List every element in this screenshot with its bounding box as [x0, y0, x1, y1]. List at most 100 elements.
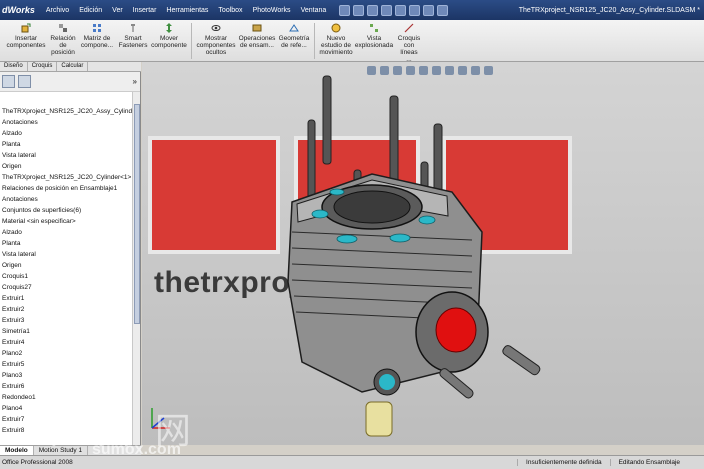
tree-item[interactable]: Croquis27: [0, 282, 140, 293]
tree-item[interactable]: Vista lateral: [0, 249, 140, 260]
status-editing: Editando Ensamblaje: [609, 459, 704, 466]
command-tabs: Diseño Croquis Calcular: [0, 62, 141, 72]
menu-ventana[interactable]: Ventana: [296, 7, 332, 14]
smart-fasteners-label: Smart Fasteners: [118, 35, 148, 49]
new-motion-study-button[interactable]: Nuevo estudio de movimiento: [318, 20, 354, 56]
tree-item[interactable]: Alzado: [0, 128, 140, 139]
component-pattern-label: Matriz de compone...: [80, 35, 114, 49]
menu-edicion[interactable]: Edición: [74, 7, 107, 14]
property-manager-tab-icon[interactable]: [18, 75, 31, 88]
tree-item[interactable]: Extruir4: [0, 337, 140, 348]
tree-item[interactable]: Anotaciones: [0, 117, 140, 128]
mate-label: Relación de posición: [50, 35, 76, 56]
tab-calcular[interactable]: Calcular: [57, 62, 89, 71]
tree-item[interactable]: Vista lateral: [0, 150, 140, 161]
tree-item[interactable]: Planta: [0, 238, 140, 249]
undo-icon[interactable]: [395, 4, 407, 16]
rebuild-icon[interactable]: [423, 4, 435, 16]
insert-components-button[interactable]: Insertar componentes: [4, 20, 48, 49]
tree-item[interactable]: Planta: [0, 139, 140, 150]
tab-modelo[interactable]: Modelo: [0, 446, 34, 455]
tab-diseno[interactable]: Diseño: [0, 62, 28, 71]
feature-manager-tab-icon[interactable]: [2, 75, 15, 88]
save-icon[interactable]: [367, 4, 379, 16]
mate-icon: [59, 24, 67, 32]
menu-herramientas[interactable]: Herramientas: [161, 7, 213, 14]
reference-geometry-button[interactable]: Geometría de refe...: [277, 20, 311, 49]
tree-item[interactable]: Origen: [0, 260, 140, 271]
print-icon[interactable]: [381, 4, 393, 16]
options-icon[interactable]: [437, 4, 449, 16]
tree-item[interactable]: Plano2: [0, 348, 140, 359]
motion-study-icon: [331, 23, 341, 33]
tree-item[interactable]: Origen: [0, 161, 140, 172]
menu-bar: Archivo Edición Ver Insertar Herramienta…: [41, 7, 331, 14]
expand-arrow-icon[interactable]: »: [133, 77, 137, 86]
new-motion-study-label: Nuevo estudio de movimiento: [319, 35, 353, 56]
component-pattern-button[interactable]: Matriz de compone...: [78, 20, 116, 49]
tree-item[interactable]: Material <sin especificar>: [0, 216, 140, 227]
solidworks-logo: dWorks: [2, 5, 35, 15]
feature-tree: TheTRXproject_NSR125_JC20_Assy_Cylinder …: [0, 92, 140, 436]
open-icon[interactable]: [353, 4, 365, 16]
mate-button[interactable]: Relación de posición: [48, 20, 78, 56]
tree-item[interactable]: Extruir1: [0, 293, 140, 304]
move-component-label: Mover componente: [151, 35, 187, 49]
site-watermark-url: sumox.com: [92, 441, 181, 458]
tree-scrollbar[interactable]: [132, 92, 140, 445]
show-hidden-components-label: Mostrar componentes ocultos: [196, 35, 236, 56]
explode-line-sketch-button[interactable]: Croquis con líneas ...: [394, 20, 424, 63]
smart-fasteners-button[interactable]: Smart Fasteners: [116, 20, 150, 49]
exploded-view-button[interactable]: Vista explosionada: [354, 20, 394, 49]
status-definition: Insuficientemente definida: [517, 459, 610, 466]
graphics-area[interactable]: thetrxproject.com: [142, 62, 704, 445]
exploded-view-label: Vista explosionada: [354, 35, 394, 49]
menu-toolbox[interactable]: Toolbox: [213, 7, 247, 14]
insert-component-icon: [21, 23, 31, 33]
tree-item[interactable]: Alzado: [0, 227, 140, 238]
explode-line-sketch-label: Croquis con líneas ...: [397, 35, 421, 63]
panel-toolbar: »: [0, 72, 140, 92]
menu-photoworks[interactable]: PhotoWorks: [248, 7, 296, 14]
assembly-features-label: Operaciones de ensam...: [238, 35, 276, 49]
move-component-button[interactable]: Mover componente: [150, 20, 188, 49]
scrollbar-thumb[interactable]: [134, 104, 140, 324]
toolbar-separator: [191, 23, 192, 59]
new-document-icon[interactable]: [339, 4, 351, 16]
show-hidden-components-button[interactable]: Mostrar componentes ocultos: [195, 20, 237, 56]
toolbar-separator: [314, 23, 315, 59]
menu-archivo[interactable]: Archivo: [41, 7, 74, 14]
tree-item[interactable]: Croquis1: [0, 271, 140, 282]
tree-item[interactable]: Conjuntos de superficies(6): [0, 205, 140, 216]
tree-item[interactable]: Extruir2: [0, 304, 140, 315]
document-title: TheTRXproject_NSR125_JC20_Assy_Cylinder.…: [518, 6, 700, 14]
tree-item[interactable]: Extruir6: [0, 381, 140, 392]
menu-insertar[interactable]: Insertar: [128, 7, 162, 14]
reference-geometry-label: Geometría de refe...: [278, 35, 310, 49]
exploded-view-icon: [370, 24, 378, 32]
quick-access-toolbar: [339, 4, 449, 16]
insert-components-label: Insertar componentes: [6, 35, 46, 49]
menu-ver[interactable]: Ver: [107, 7, 128, 14]
show-hidden-icon: [211, 25, 221, 31]
tab-croquis[interactable]: Croquis: [28, 62, 58, 71]
command-manager: Insertar componentes Relación de posició…: [0, 20, 704, 63]
tree-item[interactable]: Simetría1: [0, 326, 140, 337]
select-icon[interactable]: [409, 4, 421, 16]
smart-fasteners-icon: [131, 24, 135, 32]
tree-item[interactable]: TheTRXproject_NSR125_JC20_Cylinder<1>: [0, 172, 140, 183]
reference-geometry-icon: [289, 24, 299, 32]
tree-item[interactable]: Plano3: [0, 370, 140, 381]
feature-manager-panel: » TheTRXproject_NSR125_JC20_Assy_Cylinde…: [0, 72, 141, 445]
cylinder-assembly-model: [151, 75, 541, 437]
move-component-icon: [166, 23, 172, 33]
component-pattern-icon: [93, 24, 101, 32]
tree-item[interactable]: Extruir3: [0, 315, 140, 326]
status-product: Office Professional 2008: [2, 459, 73, 466]
assembly-features-icon: [252, 24, 262, 32]
tree-item[interactable]: Anotaciones: [0, 194, 140, 205]
tree-item[interactable]: Extruir5: [0, 359, 140, 370]
assembly-features-button[interactable]: Operaciones de ensam...: [237, 20, 277, 49]
tree-item[interactable]: TheTRXproject_NSR125_JC20_Assy_Cylinder …: [0, 106, 140, 117]
tree-item[interactable]: Relaciones de posición en Ensamblaje1: [0, 183, 140, 194]
